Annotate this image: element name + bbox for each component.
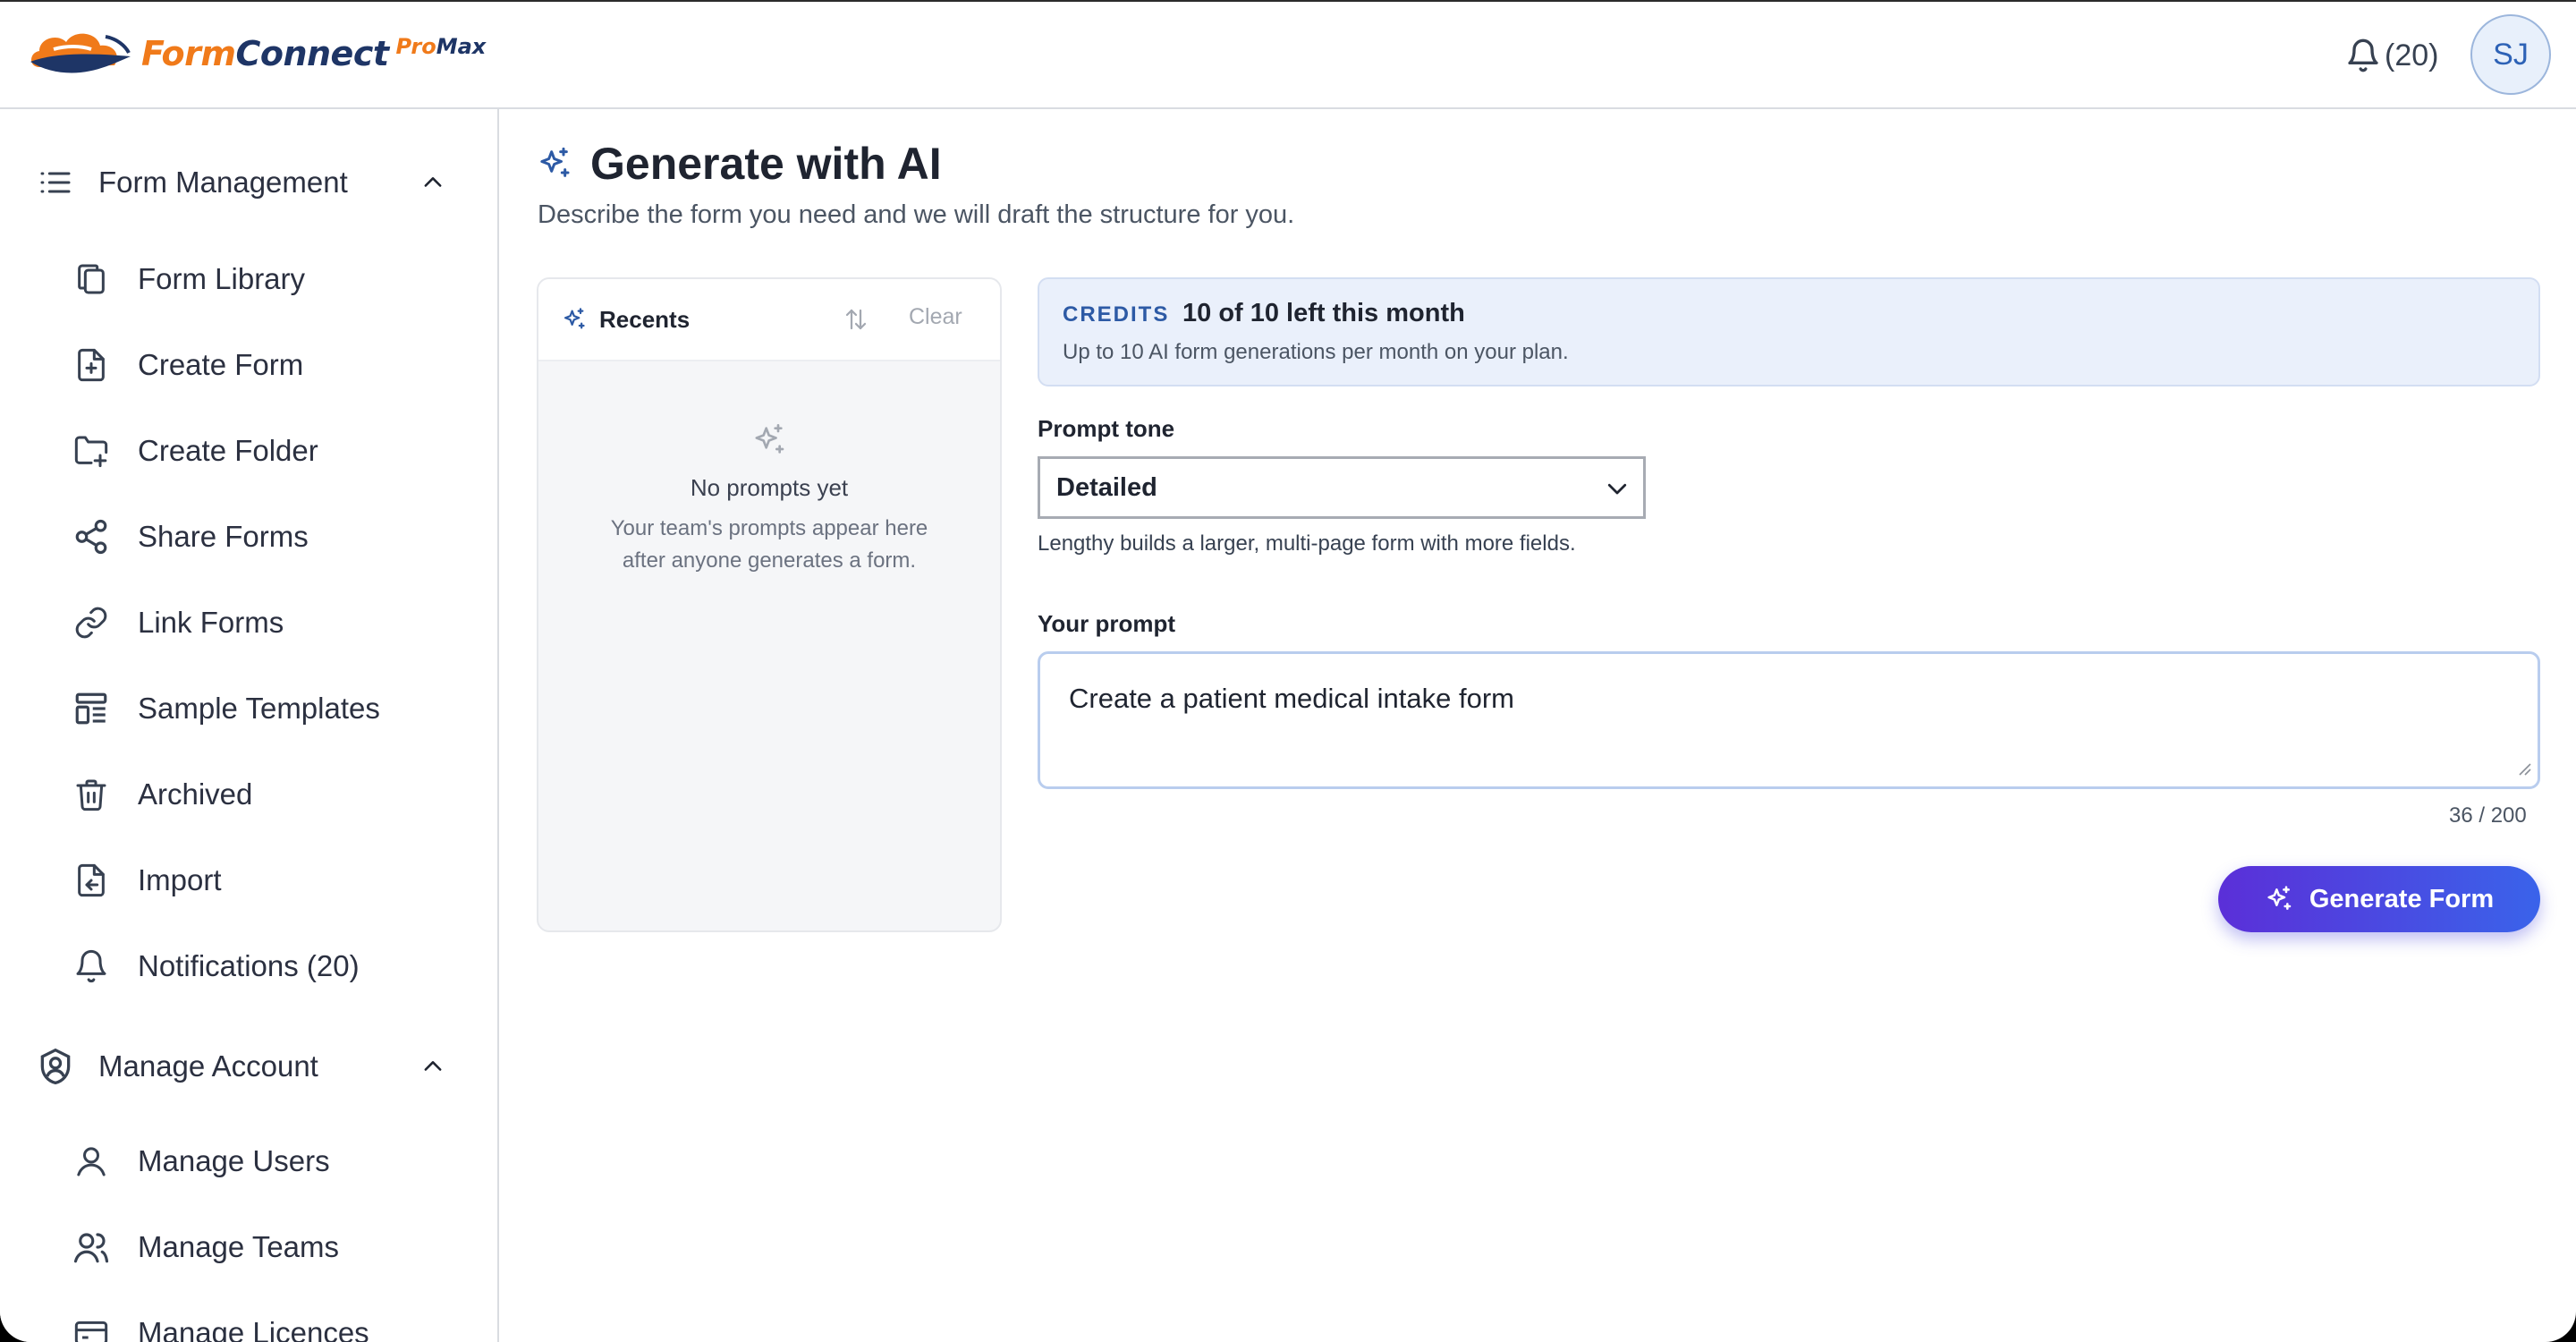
page-heading: Generate with AI [537,138,942,190]
link-icon [72,603,111,642]
sidebar-item-import[interactable]: Import [72,854,465,907]
page-subtitle: Describe the form you need and we will d… [538,200,1295,229]
list-icon [36,163,75,202]
prompt-tone-helper: Lengthy builds a larger, multi-page form… [1038,531,1576,556]
sidebar-item-manage-teams[interactable]: Manage Teams [72,1220,465,1274]
recents-header: Recents Clear [538,279,1000,361]
credits-tag: CREDITS [1063,302,1170,327]
import-icon [72,861,111,900]
sidebar: Form Management Form Library Create Form… [0,109,499,1342]
user-shield-icon [36,1047,75,1086]
sort-icon[interactable] [843,306,869,337]
section-form-management[interactable]: Form Management [36,156,447,209]
recents-panel: Recents Clear No prompts yet Your team's… [537,277,1002,932]
bell-icon [2348,38,2378,72]
sidebar-item-create-form[interactable]: Create Form [72,338,465,392]
prompt-char-counter: 36 / 200 [2449,803,2527,828]
template-icon [72,689,111,728]
sidebar-item-link-forms[interactable]: Link Forms [72,596,465,650]
empty-title: No prompts yet [690,474,849,501]
user-avatar[interactable]: SJ [2470,14,2551,95]
copy-icon [72,259,111,299]
recents-title: Recents [599,305,691,333]
resize-handle-icon[interactable] [2516,760,2532,781]
notification-count: (20) [2385,38,2439,72]
sparkles-icon [540,147,570,177]
share-icon [72,517,111,556]
logo-tier: ProMax [395,34,487,59]
sidebar-item-sample-templates[interactable]: Sample Templates [72,682,465,735]
users-icon [72,1227,111,1267]
chevron-up-icon[interactable] [419,1054,447,1083]
prompt-textarea[interactable]: Create a patient medical intake form [1038,651,2540,789]
folder-plus-icon [72,431,111,471]
sparkles-icon [564,308,585,329]
sparkles-icon [2267,886,2292,910]
credits-remaining: 10 of 10 left this month [1182,299,1465,327]
chevron-up-icon[interactable] [419,170,447,200]
empty-description: Your team's prompts appear here after an… [610,516,928,573]
logo-wordmark: FormConnect [141,34,389,73]
app-window: FormConnect ProMax (20) SJ Form Manageme… [0,0,2576,1342]
trash-icon [72,775,111,814]
sidebar-item-create-folder[interactable]: Create Folder [72,424,465,478]
sidebar-item-form-library[interactable]: Form Library [72,252,465,306]
notifications-button[interactable]: (20) [2345,34,2438,77]
sidebar-item-notifications[interactable]: Notifications (20) [72,939,465,993]
top-header: FormConnect ProMax (20) SJ [0,2,2576,109]
page-title: Generate with AI [590,139,942,189]
cloud-logo-icon [30,33,131,73]
section-manage-account[interactable]: Manage Account [36,1040,447,1093]
sidebar-item-share-forms[interactable]: Share Forms [72,510,465,564]
file-plus-icon [72,345,111,385]
sidebar-item-archived[interactable]: Archived [72,768,465,821]
recents-empty-state: No prompts yet Your team's prompts appea… [538,422,1000,577]
chevron-down-icon [1602,475,1632,506]
card-icon [72,1313,111,1342]
sidebar-item-manage-users[interactable]: Manage Users [72,1134,465,1188]
credits-banner: CREDITS 10 of 10 left this month Up to 1… [1038,277,2540,386]
prompt-tone-label: Prompt tone [1038,415,1175,442]
sparkles-icon [755,424,784,454]
prompt-label: Your prompt [1038,610,1176,637]
credits-description: Up to 10 AI form generations per month o… [1063,340,1569,364]
bell-icon [72,947,111,986]
sidebar-item-manage-licences[interactable]: Manage Licences [72,1306,465,1342]
generate-form-button[interactable]: Generate Form [2218,866,2540,932]
app-logo[interactable]: FormConnect ProMax [27,21,486,86]
user-icon [72,1142,111,1181]
clear-button[interactable]: Clear [909,304,962,330]
prompt-tone-select[interactable]: Detailed [1038,456,1646,519]
